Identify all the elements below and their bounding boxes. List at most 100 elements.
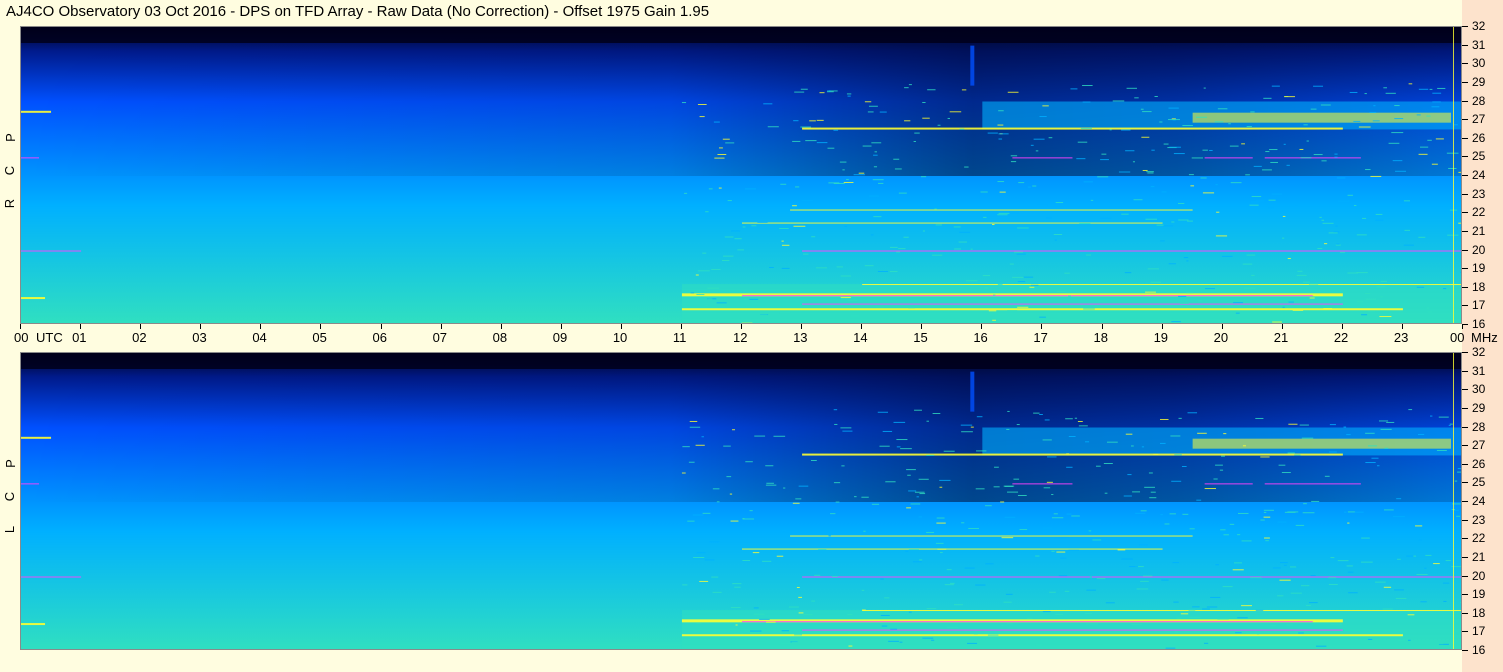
signal-speckle [1150, 186, 1155, 188]
signal-speckle [1420, 601, 1427, 603]
signal-speckle [1372, 647, 1383, 649]
signal-speckle [1322, 222, 1334, 224]
signal-speckle [830, 513, 836, 515]
signal-speckle [1178, 295, 1187, 297]
signal-speckle [906, 469, 916, 471]
signal-speckle [811, 600, 816, 602]
frequency-tick [1462, 426, 1468, 428]
signal-speckle [980, 191, 988, 193]
signal-speckle [913, 140, 916, 142]
signal-speckle [711, 268, 721, 270]
signal-speckle [1109, 129, 1112, 131]
signal-speckle [1146, 171, 1154, 173]
time-tick [1101, 324, 1103, 329]
signal-speckle [1076, 158, 1086, 160]
signal-speckle [1097, 176, 1109, 178]
signal-speckle [1400, 203, 1411, 205]
signal-speckle [846, 93, 852, 95]
signal-speckle [1029, 286, 1035, 288]
signal-speckle [1051, 494, 1054, 496]
signal-speckle [1169, 146, 1181, 148]
signal-speckle [1206, 606, 1218, 608]
signal-speckle [1077, 420, 1083, 422]
signal-speckle [1171, 221, 1175, 223]
signal-speckle [873, 216, 882, 218]
signal-speckle [1055, 202, 1064, 204]
signal-speckle [788, 606, 799, 608]
signal-speckle [1178, 202, 1185, 204]
interference-line [1012, 157, 1073, 159]
time-tick-label: 19 [1153, 330, 1169, 345]
signal-speckle [896, 251, 901, 253]
signal-speckle [1033, 412, 1040, 414]
signal-speckle [880, 614, 890, 616]
frequency-tick-label: 22 [1472, 531, 1486, 546]
rcp-spectrogram [20, 26, 1462, 324]
signal-speckle [1017, 227, 1029, 229]
frequency-tick [1462, 370, 1468, 372]
time-tick-label: 22 [1333, 330, 1349, 345]
signal-speckle [779, 312, 791, 314]
frequency-tick-label: 28 [1472, 419, 1486, 434]
signal-speckle [1376, 465, 1380, 467]
signal-speckle [1150, 491, 1156, 493]
signal-speckle [927, 89, 936, 91]
signal-speckle [847, 95, 851, 97]
signal-speckle [1125, 433, 1133, 435]
signal-speckle [1365, 169, 1371, 171]
signal-speckle [1046, 481, 1053, 483]
frequency-tick [1462, 286, 1468, 288]
interference-line [790, 209, 1193, 211]
signal-speckle [767, 126, 779, 128]
signal-speckle [961, 522, 965, 524]
signal-speckle [800, 126, 812, 128]
signal-speckle [1347, 522, 1350, 524]
signal-speckle [1396, 498, 1402, 500]
frequency-tick [1462, 389, 1468, 391]
signal-speckle [833, 183, 845, 185]
signal-speckle [1173, 601, 1179, 603]
lcp-polarization-label: P C L [2, 456, 18, 537]
signal-speckle [803, 614, 813, 616]
signal-speckle [757, 221, 768, 223]
signal-speckle [944, 584, 954, 586]
signal-speckle [1431, 163, 1438, 165]
signal-speckle [835, 501, 840, 503]
frequency-tick [1462, 575, 1468, 577]
signal-speckle [1215, 184, 1218, 186]
time-tick-label: 17 [1033, 330, 1048, 345]
signal-speckle [1433, 563, 1440, 565]
signal-speckle [1364, 93, 1367, 95]
frequency-tick-label: 24 [1472, 494, 1486, 508]
signal-speckle [914, 409, 922, 411]
interference-line [1264, 157, 1361, 159]
signal-speckle [934, 208, 937, 210]
interference-line [21, 250, 82, 252]
time-tick [1041, 324, 1043, 329]
signal-speckle [864, 265, 874, 267]
time-tick-label: 12 [733, 330, 748, 345]
signal-speckle [1386, 421, 1395, 423]
signal-speckle [922, 637, 934, 639]
frequency-tick-label: 16 [1472, 643, 1486, 657]
frequency-tick-label: 26 [1472, 456, 1486, 471]
signal-speckle [1264, 537, 1270, 539]
signal-speckle [920, 176, 927, 178]
signal-speckle [781, 630, 789, 632]
signal-speckle [1209, 149, 1213, 151]
signal-speckle [879, 111, 887, 113]
signal-speckle [1007, 410, 1010, 412]
signal-speckle [1278, 464, 1286, 466]
signal-speckle [935, 224, 942, 226]
signal-speckle [1288, 301, 1294, 303]
signal-speckle [1448, 167, 1457, 169]
signal-speckle [878, 182, 884, 184]
signal-speckle [1408, 639, 1411, 641]
signal-speckle [1080, 127, 1092, 129]
signal-speckle [1454, 480, 1458, 482]
signal-speckle [843, 181, 854, 183]
signal-speckle [853, 174, 866, 176]
signal-speckle [975, 584, 986, 586]
frequency-tick-label: 25 [1472, 475, 1486, 490]
lcp-heatmap-svg [21, 353, 1461, 649]
